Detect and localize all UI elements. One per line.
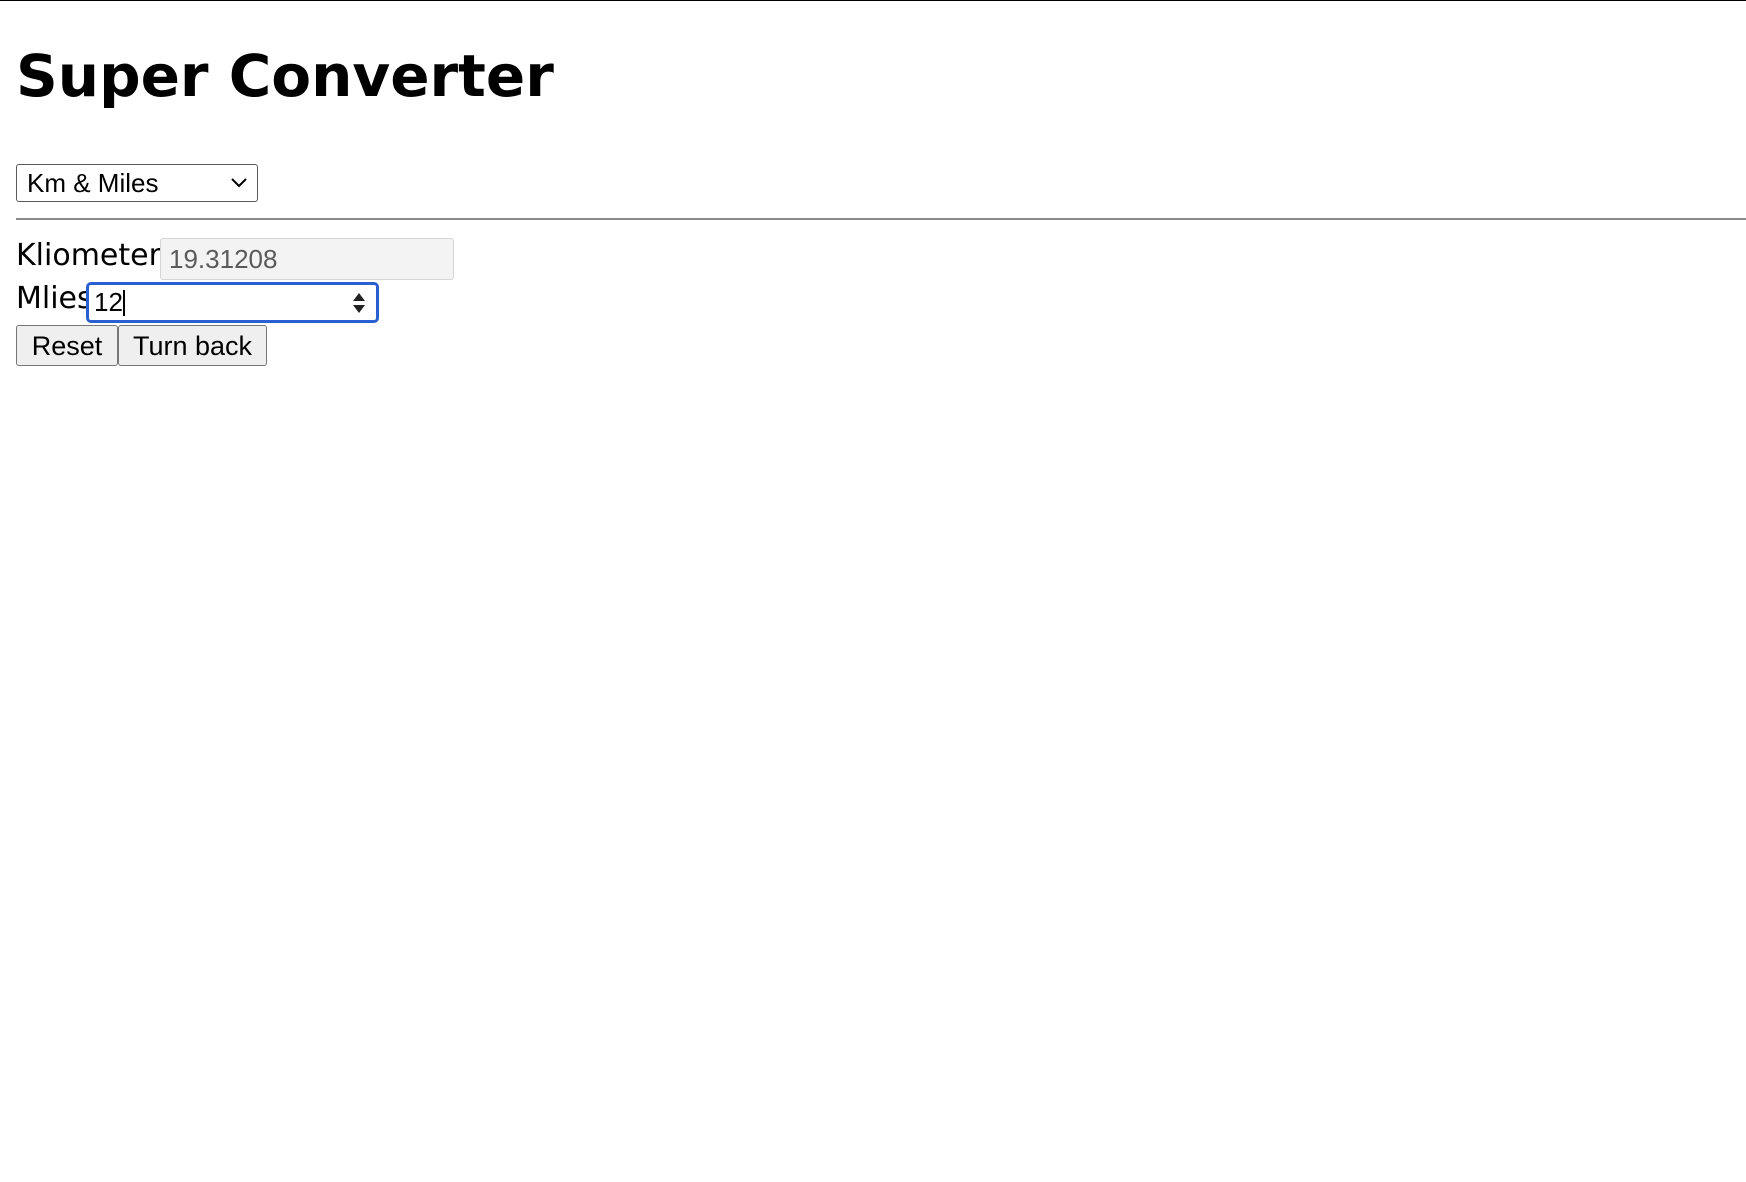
kilometers-value: 19.31208: [169, 244, 278, 274]
text-caret: [123, 290, 125, 316]
page-title: Super Converter: [16, 42, 554, 110]
unit-select[interactable]: Km & Miles: [16, 164, 258, 202]
kilometers-label: Kliometers: [16, 238, 177, 273]
reset-button[interactable]: Reset: [16, 325, 118, 366]
unit-select-value: Km & Miles: [27, 168, 159, 198]
kilometers-field: 19.31208: [160, 238, 454, 280]
top-border: [0, 0, 1746, 1]
chevron-down-icon: [231, 178, 247, 188]
divider: [16, 218, 1746, 220]
miles-value: 12: [94, 287, 123, 317]
miles-field[interactable]: 12: [86, 282, 379, 323]
turn-back-button[interactable]: Turn back: [118, 325, 267, 366]
miles-label: Mlies: [16, 281, 93, 316]
stepper-arrows-icon[interactable]: [350, 289, 368, 317]
